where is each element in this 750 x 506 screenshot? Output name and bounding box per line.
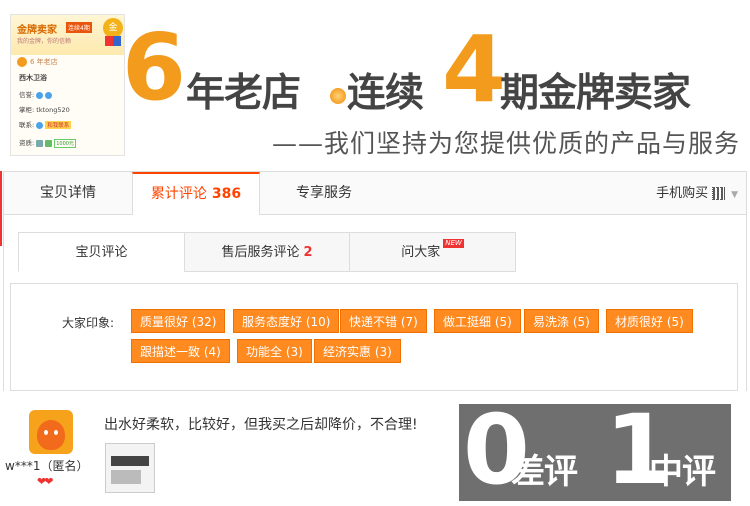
reviewer-name: w***1（匿名）: [5, 459, 89, 473]
chevron-down-icon: ▼: [731, 190, 738, 200]
subtab-ask-everyone[interactable]: 问大家NEW: [349, 232, 516, 272]
impression-tag[interactable]: 易洗涤 (5): [524, 309, 599, 333]
subtab-item-reviews[interactable]: 宝贝评论: [18, 232, 185, 272]
photo-content: [111, 456, 149, 466]
impression-tag[interactable]: 快递不错 (7): [340, 309, 427, 333]
person-icon: [36, 139, 44, 147]
impression-tag[interactable]: 做工挺细 (5): [434, 309, 521, 333]
slogan-old-shop: 年老店: [186, 71, 301, 116]
neutral-review-label: 中评: [649, 452, 716, 492]
gold-seller-title: 金牌卖家: [17, 25, 57, 36]
coin-icon: [17, 57, 27, 67]
impression-tag[interactable]: 跟描述一致 (4): [131, 339, 230, 363]
bad-review-label: 差评: [511, 452, 578, 492]
main-tab-bar: 宝贝详情 累计评论 386 专享服务 手机购买 ▼: [3, 171, 747, 216]
tab-reviews[interactable]: 累计评论 386: [132, 172, 260, 216]
chat-icon: [36, 121, 44, 129]
impressions-label: 大家印象:: [62, 316, 115, 330]
review-count: 386: [211, 186, 242, 202]
new-badge: NEW: [443, 239, 464, 248]
avatar: [29, 410, 73, 454]
separator-dot-icon: [330, 88, 346, 104]
medal-icon: 金: [103, 18, 123, 38]
periods-number: 4: [442, 16, 507, 123]
avatar-face-icon: [37, 420, 65, 450]
diamond-icon: [45, 91, 53, 99]
years-number: 6: [122, 14, 186, 121]
qualification-row: 资质: 1000元: [19, 137, 76, 148]
credit-row: 信誉:: [19, 89, 53, 99]
owner-row: 掌柜: tktong520: [19, 104, 70, 114]
contact-button[interactable]: 和我联系: [45, 121, 72, 129]
review-text: 出水好柔软，比较好，但我买之后却降价，不合理!: [104, 417, 418, 433]
credit-label: 信誉:: [19, 91, 35, 99]
banner-tagline: ——我们坚持为您提供优质的产品与服务: [272, 129, 741, 158]
mobile-buy-label: 手机购买: [656, 186, 709, 201]
slogan-gold-seller: 期金牌卖家: [500, 71, 691, 116]
qualification-label: 资质:: [19, 139, 35, 147]
impression-tag[interactable]: 材质很好 (5): [606, 309, 693, 333]
qr-code-icon: [712, 187, 726, 200]
gold-seller-tag: 连续4期: [66, 22, 92, 33]
contact-row: 联系: 和我联系: [19, 119, 72, 129]
shop-name: 西木卫浴: [19, 74, 47, 82]
photo-content: [111, 470, 141, 484]
years-badge: 6 年老店: [17, 57, 58, 67]
mobile-buy-button[interactable]: 手机购买 ▼: [656, 172, 738, 215]
owner-value[interactable]: tktong520: [36, 106, 70, 114]
review-subtabs: 宝贝评论 售后服务评论 2 问大家NEW: [18, 232, 516, 272]
review-photo-thumbnail[interactable]: [105, 443, 155, 493]
tab-reviews-label: 累计评论: [150, 186, 207, 202]
impression-tag[interactable]: 服务态度好 (10): [233, 309, 340, 333]
impression-tag[interactable]: 功能全 (3): [237, 339, 312, 363]
shield-icon: [45, 139, 53, 147]
after-sale-label: 售后服务评论: [221, 245, 300, 260]
eye-icon: [44, 430, 48, 435]
owner-label: 掌柜:: [19, 106, 35, 114]
impression-tag[interactable]: 质量很好 (32): [131, 309, 226, 333]
eye-icon: [54, 430, 58, 435]
rating-stats-box: 0 差评 1 中评: [459, 400, 731, 501]
ask-label: 问大家: [401, 245, 441, 260]
deposit-badge: 1000元: [54, 139, 76, 148]
left-accent-bar: [0, 171, 2, 246]
years-badge-label: 6 年老店: [30, 58, 58, 66]
subtab-after-sale-reviews[interactable]: 售后服务评论 2: [184, 232, 350, 272]
tab-item-details[interactable]: 宝贝详情: [4, 172, 132, 215]
gold-seller-subtitle: 我的金牌，你的信赖: [17, 38, 72, 45]
impression-tag[interactable]: 经济实惠 (3): [314, 339, 401, 363]
reviewer-level-hearts-icon: ❤❤: [37, 475, 54, 488]
diamond-icon: [36, 91, 44, 99]
store-info-card: 金牌卖家 连续4期 我的金牌，你的信赖 金 6 年老店 西木卫浴 信誉: 掌柜:…: [10, 14, 125, 156]
impressions-box: [10, 283, 738, 391]
slogan-consecutive: 连续: [347, 71, 424, 116]
medal-ribbon-icon: [105, 36, 121, 46]
tab-exclusive-service[interactable]: 专享服务: [260, 172, 388, 215]
contact-label: 联系:: [19, 121, 35, 129]
after-sale-count: 2: [303, 245, 313, 260]
